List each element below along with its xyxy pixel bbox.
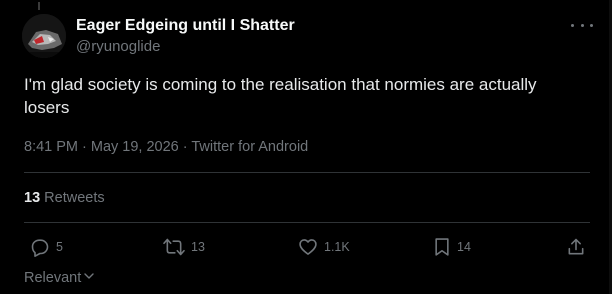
display-name[interactable]: Eager Edgeing until I Shatter (76, 17, 295, 35)
thread-line (38, 2, 40, 10)
reply-count: 5 (56, 240, 63, 254)
retweet-count: 13 (24, 190, 41, 206)
tweet-text: I'm glad society is coming to the realis… (24, 75, 537, 117)
heart-icon (298, 237, 318, 257)
tweet-meta[interactable]: 8:41 PM · May 19, 2026 · Twitter for And… (24, 139, 308, 155)
retweet-stats[interactable]: 13 Retweets (24, 190, 105, 206)
sort-replies-dropdown[interactable]: Relevant (24, 270, 95, 286)
divider (24, 172, 590, 173)
more-options-icon[interactable] (571, 18, 593, 32)
chevron-down-icon (83, 270, 95, 286)
sort-label: Relevant (24, 270, 82, 286)
share-icon (566, 237, 586, 257)
bookmark-count: 14 (457, 240, 471, 254)
retweet-icon (163, 237, 185, 257)
like-count: 1.1K (324, 240, 350, 254)
retweet-label: Retweets (40, 190, 105, 206)
retweet-button[interactable]: 13 (163, 235, 205, 259)
like-button[interactable]: 1.1K (298, 235, 350, 259)
reply-button[interactable]: 5 (30, 235, 63, 259)
tweet-detail: Eager Edgeing until I Shatter @ryunoglid… (0, 0, 612, 294)
avatar[interactable] (22, 14, 66, 58)
share-button[interactable] (566, 235, 586, 259)
bookmark-icon (433, 237, 451, 257)
bookmark-button[interactable]: 14 (433, 235, 471, 259)
user-handle[interactable]: @ryunoglide (76, 38, 160, 55)
reply-icon (30, 237, 50, 257)
retweet-action-count: 13 (191, 240, 205, 254)
avatar-image (22, 14, 66, 58)
divider (24, 222, 590, 223)
